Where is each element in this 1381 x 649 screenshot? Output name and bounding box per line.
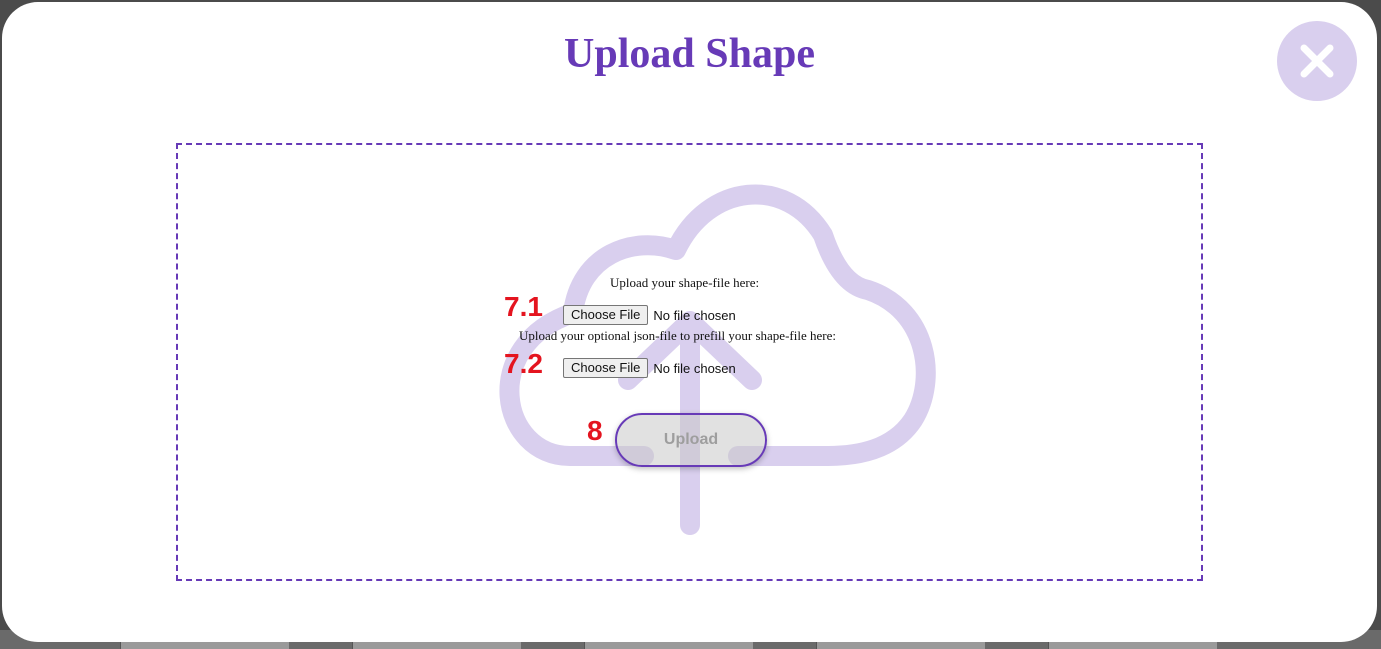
shape-file-input[interactable]: Choose File No file chosen [563,305,736,325]
shape-file-choose-button[interactable]: Choose File [563,305,649,325]
json-file-input[interactable]: Choose File No file chosen [563,358,736,378]
dialog-title: Upload Shape [564,31,815,77]
file-drop-zone[interactable]: Upload your shape-file here: Choose File… [176,143,1203,581]
upload-shape-dialog: Upload Shape Upload your shape-file here… [2,2,1377,642]
json-file-choose-button[interactable]: Choose File [563,358,649,378]
annotation-marker-7-1: 7.1 [504,291,543,322]
json-file-status: No file chosen [653,360,736,376]
close-button[interactable] [1277,21,1357,101]
shape-file-label: Upload your shape-file here: [610,275,760,290]
annotation-marker-8: 8 [587,415,603,446]
annotation-marker-7-2: 7.2 [504,348,543,379]
json-file-label: Upload your optional json-file to prefil… [519,328,836,343]
shape-file-status: No file chosen [653,307,736,323]
close-x-icon [1300,44,1334,78]
upload-button[interactable]: Upload [615,413,767,467]
